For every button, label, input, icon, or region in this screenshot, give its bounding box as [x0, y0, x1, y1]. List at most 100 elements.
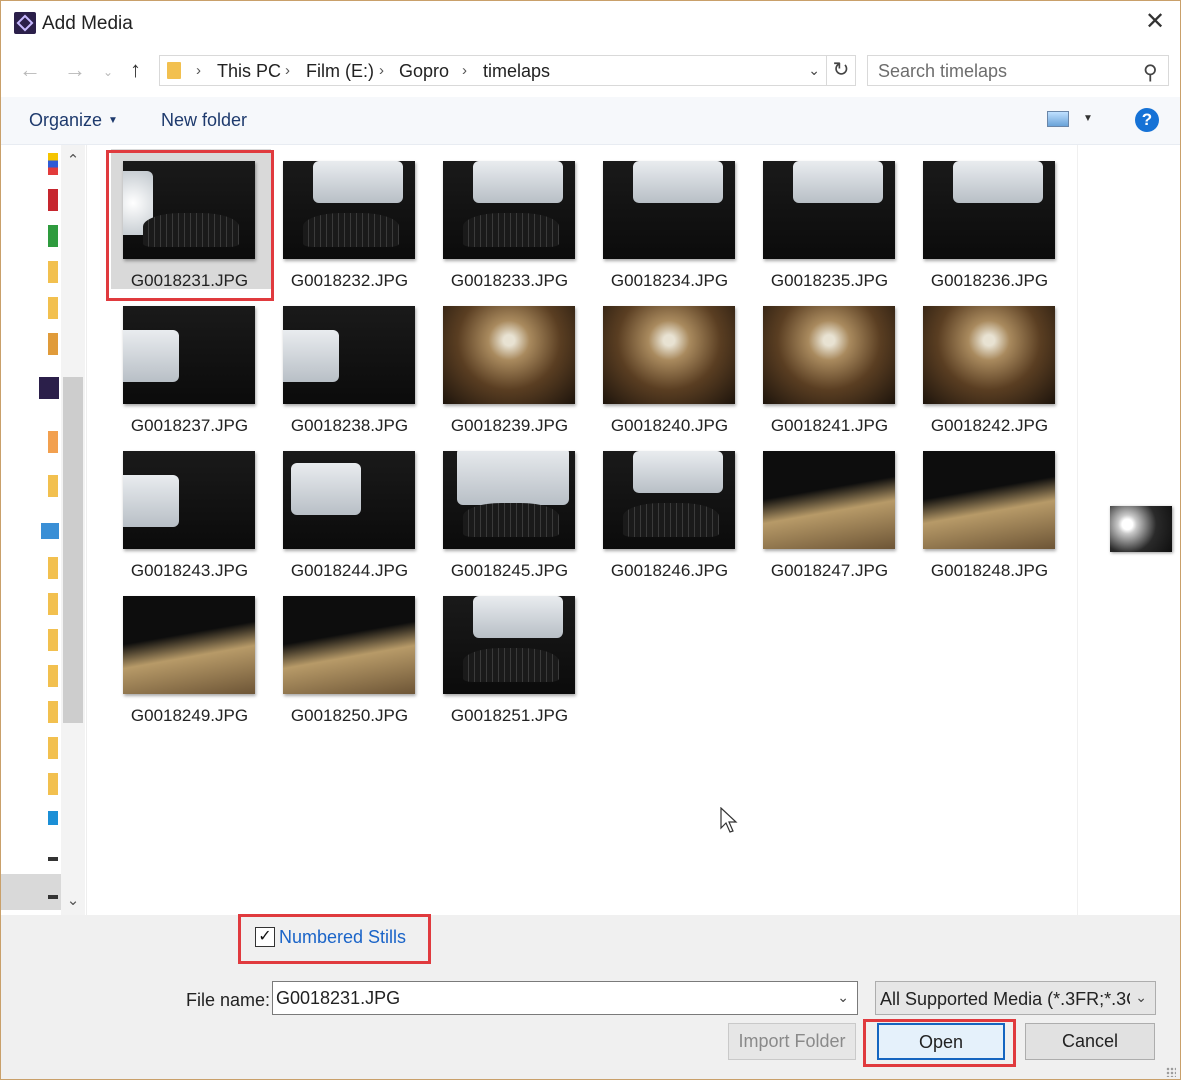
change-view-icon[interactable] [1047, 111, 1069, 127]
file-tile[interactable]: G0018245.JPG [427, 435, 587, 580]
folder-icon[interactable] [48, 593, 58, 615]
file-tile[interactable]: G0018248.JPG [907, 435, 1067, 580]
breadcrumb-item-this-pc[interactable]: This PC [217, 61, 281, 82]
thumbnail-monitor-shape [123, 330, 179, 382]
close-button[interactable]: ✕ [1138, 7, 1172, 39]
file-tile[interactable]: G0018242.JPG [907, 290, 1067, 435]
breadcrumb-item-timelaps[interactable]: timelaps [483, 61, 550, 82]
folder-icon[interactable] [48, 261, 58, 283]
folder-icon[interactable] [48, 701, 58, 723]
file-thumbnail[interactable] [123, 451, 255, 549]
file-thumbnail[interactable] [283, 306, 415, 404]
breadcrumb-separator[interactable]: › [462, 62, 467, 79]
thumbnail-monitor-shape [283, 330, 339, 382]
folder-icon[interactable] [48, 629, 58, 651]
search-box[interactable]: ⚲ [867, 55, 1169, 86]
file-thumbnail[interactable] [763, 306, 895, 404]
organize-menu-button[interactable]: Organize ▼ [29, 110, 118, 131]
file-name-field[interactable] [276, 988, 816, 1009]
file-thumbnail[interactable] [123, 306, 255, 404]
drive-icon[interactable] [48, 857, 58, 861]
file-tile[interactable]: G0018251.JPG [427, 580, 587, 725]
cancel-button[interactable]: Cancel [1025, 1023, 1155, 1060]
chevron-down-icon[interactable]: ⌄ [837, 989, 849, 1006]
file-tile[interactable]: G0018233.JPG [427, 145, 587, 290]
file-thumbnail[interactable] [443, 306, 575, 404]
file-thumbnail[interactable] [603, 451, 735, 549]
folder-icon[interactable] [48, 773, 58, 795]
address-dropdown-chevron-icon[interactable]: ⌄ [808, 62, 820, 79]
file-thumbnail[interactable] [443, 596, 575, 694]
file-tile[interactable]: G0018246.JPG [587, 435, 747, 580]
file-tile[interactable]: G0018247.JPG [747, 435, 907, 580]
breadcrumb[interactable]: › This PC › Film (E:) › Gopro › timelaps… [159, 55, 827, 86]
file-thumbnail[interactable] [283, 451, 415, 549]
file-name-combobox[interactable]: ⌄ [272, 981, 858, 1015]
recent-locations-chevron-icon[interactable]: ⌄ [103, 65, 113, 79]
file-thumbnail[interactable] [283, 161, 415, 259]
file-tile[interactable]: G0018239.JPG [427, 290, 587, 435]
creative-cloud-folder-icon[interactable] [48, 431, 58, 453]
file-tile[interactable]: G0018234.JPG [587, 145, 747, 290]
folder-icon[interactable] [48, 665, 58, 687]
resize-grip-icon[interactable] [1166, 1067, 1176, 1077]
breadcrumb-item-film-drive[interactable]: Film (E:) [306, 61, 374, 82]
file-thumbnail[interactable] [923, 451, 1055, 549]
help-icon[interactable]: ? [1135, 108, 1159, 132]
import-folder-button[interactable]: Import Folder [728, 1023, 856, 1060]
file-thumbnail[interactable] [443, 451, 575, 549]
file-name-label: G0018249.JPG [130, 706, 249, 725]
folder-icon[interactable] [48, 475, 58, 497]
file-tile[interactable]: G0018243.JPG [107, 435, 267, 580]
new-folder-button[interactable]: New folder [161, 110, 247, 131]
windows-drive-icon[interactable] [48, 811, 58, 825]
scrollbar-thumb[interactable] [63, 377, 83, 723]
breadcrumb-separator[interactable]: › [379, 62, 384, 79]
premiere-elements-icon[interactable] [39, 377, 59, 399]
file-tile[interactable]: G0018249.JPG [107, 580, 267, 725]
folder-icon[interactable] [48, 297, 58, 319]
breadcrumb-item-gopro[interactable]: Gopro [399, 61, 449, 82]
breadcrumb-separator[interactable]: › [285, 62, 290, 79]
file-thumbnail[interactable] [443, 161, 575, 259]
quick-access-icon[interactable] [48, 153, 58, 175]
chevron-down-icon[interactable]: ⌄ [1135, 989, 1147, 1006]
folder-icon[interactable] [48, 557, 58, 579]
file-tile[interactable]: G0018238.JPG [267, 290, 427, 435]
file-tile[interactable]: G0018250.JPG [267, 580, 427, 725]
folder-green-icon[interactable] [48, 225, 58, 247]
file-thumbnail[interactable] [123, 596, 255, 694]
drive-icon[interactable] [48, 895, 58, 899]
file-tile[interactable]: G0018235.JPG [747, 145, 907, 290]
file-thumbnail[interactable] [603, 161, 735, 259]
file-type-select[interactable]: All Supported Media (*.3FR;*.3G ⌄ [875, 981, 1156, 1015]
file-thumbnail[interactable] [603, 306, 735, 404]
view-options-caret-icon[interactable]: ▼ [1083, 113, 1093, 124]
file-tile[interactable]: G0018240.JPG [587, 290, 747, 435]
breadcrumb-separator[interactable]: › [196, 62, 201, 79]
scroll-down-icon[interactable]: ⌄ [61, 891, 85, 909]
folder-icon[interactable] [48, 737, 58, 759]
folder-red-icon[interactable] [48, 189, 58, 211]
file-thumbnail[interactable] [763, 161, 895, 259]
scroll-up-icon[interactable]: ⌃ [61, 151, 85, 169]
navpane-scrollbar[interactable]: ⌃ ⌄ [61, 145, 85, 915]
search-icon[interactable]: ⚲ [1143, 60, 1158, 85]
up-arrow-icon[interactable]: ↑ [130, 57, 141, 83]
file-tile[interactable]: G0018244.JPG [267, 435, 427, 580]
file-tile[interactable]: G0018237.JPG [107, 290, 267, 435]
file-thumbnail[interactable] [283, 596, 415, 694]
refresh-icon[interactable]: ↻ [827, 55, 856, 86]
file-thumbnail[interactable] [763, 451, 895, 549]
back-arrow-icon[interactable]: ← [19, 57, 41, 83]
file-tile[interactable]: G0018232.JPG [267, 145, 427, 290]
file-thumbnail[interactable] [923, 306, 1055, 404]
file-tile[interactable]: G0018241.JPG [747, 290, 907, 435]
search-input[interactable] [878, 61, 1128, 82]
file-tile[interactable]: G0018236.JPG [907, 145, 1067, 290]
selected-drive-highlight[interactable] [1, 874, 61, 910]
this-pc-icon[interactable] [41, 523, 59, 539]
app-shortcut-icon[interactable] [48, 333, 58, 355]
forward-arrow-icon[interactable]: → [64, 57, 86, 83]
file-thumbnail[interactable] [923, 161, 1055, 259]
